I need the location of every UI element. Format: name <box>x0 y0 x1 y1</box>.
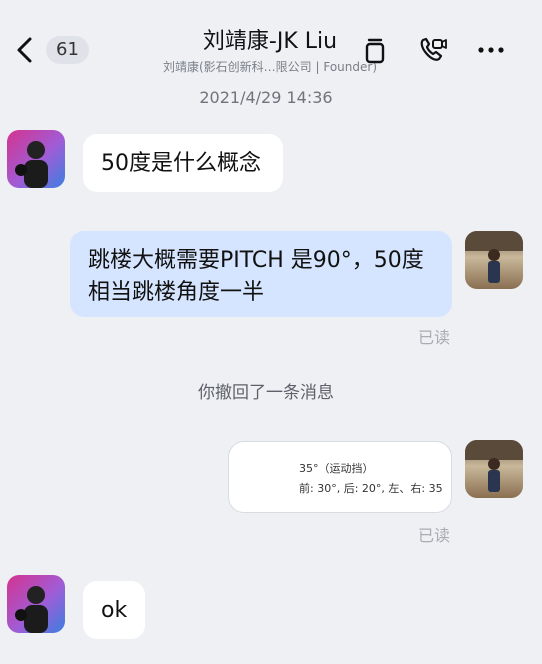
phone-video-icon <box>420 37 447 61</box>
more-icon <box>478 47 504 53</box>
read-status: 已读 <box>418 526 451 545</box>
my-avatar[interactable] <box>465 440 523 498</box>
copy-icon <box>365 38 385 64</box>
message-card-outgoing[interactable]: 35°（运动挡） 前: 30°, 后: 20°, 左、右: 35 <box>228 441 452 513</box>
back-button[interactable]: 61 <box>14 30 94 70</box>
message-bubble-outgoing[interactable]: 跳楼大概需要PITCH 是90°，50度 相当跳楼角度一半 <box>70 231 452 317</box>
my-avatar[interactable] <box>465 231 523 289</box>
person-avatar-icon <box>15 141 48 188</box>
person-avatar-icon <box>465 440 523 492</box>
call-button[interactable] <box>414 32 450 68</box>
unread-count-badge: 61 <box>46 36 89 64</box>
message-text: 50度是什么概念 <box>101 151 261 176</box>
message-text-line2: 相当跳楼角度一半 <box>88 280 265 305</box>
message-text-line1: 跳楼大概需要PITCH 是90°，50度 <box>88 248 424 273</box>
message-bubble-incoming[interactable]: 50度是什么概念 <box>83 134 283 192</box>
copy-button[interactable] <box>357 32 393 68</box>
recall-notice: 你撤回了一条消息 <box>198 383 334 403</box>
read-status: 已读 <box>418 328 451 347</box>
card-text-line1: 35°（运动挡） <box>299 462 374 475</box>
card-text-line2: 前: 30°, 后: 20°, 左、右: 35 <box>299 482 443 495</box>
back-chevron-icon <box>17 37 32 63</box>
message-text: ok <box>101 598 128 623</box>
message-bubble-incoming[interactable]: ok <box>83 581 145 639</box>
contact-avatar[interactable] <box>7 130 65 188</box>
person-avatar-icon <box>15 586 48 633</box>
person-avatar-icon <box>465 231 523 283</box>
more-button[interactable] <box>473 32 509 68</box>
chat-header: 61 刘靖康-JK Liu 刘靖康(影石创新科…限公司 | Founder) <box>0 0 542 84</box>
contact-avatar[interactable] <box>7 575 65 633</box>
message-timestamp: 2021/4/29 14:36 <box>199 88 333 107</box>
